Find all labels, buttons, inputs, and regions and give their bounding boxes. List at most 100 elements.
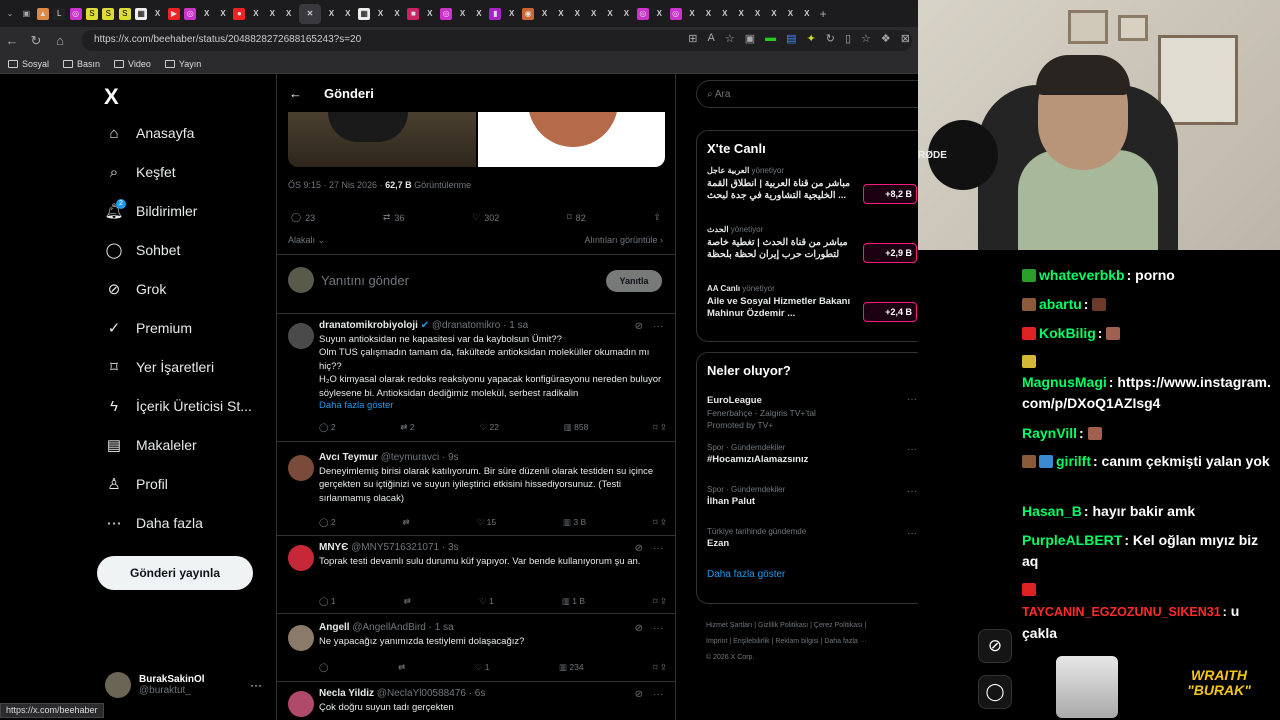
- views-button[interactable]: ▥ 234: [559, 662, 584, 673]
- tab-favicon[interactable]: ◎: [636, 7, 649, 20]
- tab-active[interactable]: ✕: [299, 3, 322, 24]
- tab-favicon[interactable]: X: [620, 8, 632, 20]
- avatar[interactable]: [288, 691, 314, 717]
- avatar[interactable]: [288, 625, 314, 651]
- views-button[interactable]: ▥ 1 B: [562, 596, 585, 607]
- tab-favicon[interactable]: S: [118, 7, 131, 20]
- footer-link[interactable]: Reklam bilgisi: [775, 638, 818, 645]
- tab-favicon[interactable]: ■: [407, 7, 420, 20]
- more-options-icon[interactable]: ···: [907, 486, 917, 497]
- more-options-icon[interactable]: ···: [907, 394, 917, 405]
- reply-sort-dropdown[interactable]: Alakalı ⌄: [288, 235, 325, 246]
- read-aloud-icon[interactable]: A: [708, 32, 715, 45]
- bookmark-and-share[interactable]: ⌑ ⇪: [653, 517, 667, 528]
- back-icon[interactable]: ←: [0, 33, 24, 48]
- tab-favicon[interactable]: X: [375, 8, 387, 20]
- like-button[interactable]: ♡ 22: [479, 422, 498, 433]
- author-name[interactable]: dranatomikrobiyoloji: [319, 320, 418, 331]
- trend-item[interactable]: Spor · Gündemdekiler İlhan Palut ···: [697, 480, 927, 522]
- live-listener-count[interactable]: +2,4 B: [863, 302, 917, 322]
- reply-tweet[interactable]: ⊘ ··· MNYЄ @MNY5716321071 · 3s Toprak tes…: [277, 536, 675, 614]
- sidebar-item-more[interactable]: ⋯ Daha fazla: [106, 515, 203, 532]
- new-tab-icon[interactable]: +: [817, 7, 829, 21]
- show-more-link[interactable]: Daha fazla göster: [697, 564, 927, 588]
- bookmark-button[interactable]: ⌑ 82: [567, 212, 586, 223]
- sidebar-item-chat[interactable]: ◯ Sohbet: [106, 242, 181, 259]
- repost-button[interactable]: ⇄ 2: [400, 422, 414, 433]
- views-button[interactable]: ▥ 3 B: [563, 517, 586, 528]
- sidebar-item-articles[interactable]: ▤ Makaleler: [106, 437, 197, 454]
- bookmark-folder[interactable]: Video: [114, 59, 151, 69]
- bookmark-and-share[interactable]: ⌑ ⇪: [653, 422, 667, 433]
- reply-tweet[interactable]: ⊘ ··· dranatomikrobiyoloji ✔ @dranatomikr…: [277, 314, 675, 442]
- reply-tweet[interactable]: Avcı Teymur @teymuravci · 9s Deneyimlemi…: [277, 446, 675, 536]
- tab-favicon[interactable]: ▶: [167, 7, 180, 20]
- tab-favicon[interactable]: ▲: [36, 7, 49, 20]
- bookmark-folder[interactable]: Sosyal: [8, 59, 49, 69]
- tab-favicon[interactable]: X: [555, 8, 567, 20]
- author-name[interactable]: MNYЄ: [319, 542, 348, 553]
- live-item[interactable]: الحدث yönetiyor مباشر من قناة الحدث | تغ…: [697, 225, 927, 284]
- tab-favicon[interactable]: ◎: [669, 7, 682, 20]
- tab-favicon[interactable]: X: [283, 8, 295, 20]
- like-button[interactable]: ♡ 302: [472, 212, 499, 223]
- tab-favicon[interactable]: ◉: [522, 7, 535, 20]
- tab-favicon[interactable]: X: [342, 8, 354, 20]
- tab-favicon[interactable]: ●: [233, 7, 246, 20]
- x-logo[interactable]: X: [104, 84, 119, 110]
- author-name[interactable]: Necla Yildiz: [319, 688, 374, 699]
- extension-icon[interactable]: ▣: [745, 32, 755, 45]
- sidebar-item-notifications[interactable]: 🔔︎ 2 Bildirimler: [104, 199, 197, 220]
- extension-icon[interactable]: ▬: [765, 32, 776, 45]
- repost-button[interactable]: ⇄: [404, 596, 411, 607]
- footer-link[interactable]: Erişilebilirlik: [733, 638, 770, 645]
- sidebar-item-grok[interactable]: ⊘ Grok: [106, 281, 167, 298]
- post-media[interactable]: [288, 112, 665, 167]
- reply-button[interactable]: ◯ 2: [319, 517, 336, 528]
- tab-favicon[interactable]: ◎: [440, 7, 453, 20]
- tab-favicon[interactable]: X: [391, 8, 403, 20]
- tab-favicon[interactable]: ◎: [184, 7, 197, 20]
- views-button[interactable]: ▥ 858: [564, 422, 589, 433]
- avatar[interactable]: [288, 455, 314, 481]
- app-icon[interactable]: ⊞: [688, 32, 697, 45]
- tab-favicon[interactable]: X: [217, 8, 229, 20]
- tab-favicon[interactable]: ▦: [358, 7, 371, 20]
- reply-button[interactable]: ◯ 2: [319, 422, 336, 433]
- media-image[interactable]: [288, 112, 476, 167]
- tab-favicon[interactable]: X: [201, 8, 213, 20]
- bookmark-folder[interactable]: Yayın: [164, 59, 201, 69]
- footer-link[interactable]: Hizmet Şartları: [706, 622, 752, 629]
- reply-button[interactable]: ◯ 1: [319, 596, 336, 607]
- more-options-icon[interactable]: ···: [907, 444, 917, 455]
- chat-icon[interactable]: ◯: [978, 675, 1012, 709]
- grok-icon[interactable]: ⊘: [978, 629, 1012, 663]
- bookmark-folder[interactable]: Basın: [63, 59, 100, 69]
- reload-icon[interactable]: ↻: [24, 33, 48, 49]
- trend-item[interactable]: Türkiye tarihinde gündemde Ezan ···: [697, 522, 927, 564]
- tab-list-icon[interactable]: ⌄: [4, 8, 16, 20]
- tab-favicon[interactable]: X: [539, 8, 551, 20]
- reply-button[interactable]: ◯: [319, 662, 329, 673]
- trend-item[interactable]: Spor · Gündemdekiler #HocamızıAlamazsını…: [697, 438, 927, 480]
- tab-favicon[interactable]: X: [588, 8, 600, 20]
- tab-favicon[interactable]: X: [784, 8, 796, 20]
- reply-tweet[interactable]: ⊘ ··· Angell @AngellAndBird · 1 sa Ne yap…: [277, 616, 675, 682]
- tab-favicon[interactable]: X: [473, 8, 485, 20]
- tab-favicon[interactable]: ◎: [69, 7, 82, 20]
- tab-favicon[interactable]: X: [735, 8, 747, 20]
- tab-favicon[interactable]: X: [752, 8, 764, 20]
- tab-favicon[interactable]: ▮: [489, 7, 502, 20]
- account-switcher[interactable]: BurakSakinOl @buraktut_: [105, 672, 205, 698]
- share-button[interactable]: ⇪: [653, 212, 661, 223]
- tab-favicon[interactable]: X: [801, 8, 813, 20]
- live-listener-count[interactable]: +2,9 B: [863, 243, 917, 263]
- show-more-link[interactable]: Daha fazla göster: [319, 400, 667, 411]
- tab-favicon[interactable]: X: [768, 8, 780, 20]
- tab-favicon[interactable]: X: [719, 8, 731, 20]
- more-options-icon[interactable]: ···: [907, 528, 917, 539]
- tab-favicon[interactable]: X: [571, 8, 583, 20]
- reply-button[interactable]: ◯ 23: [291, 212, 315, 223]
- like-button[interactable]: ♡ 1: [479, 596, 494, 607]
- like-button[interactable]: ♡ 1: [475, 662, 490, 673]
